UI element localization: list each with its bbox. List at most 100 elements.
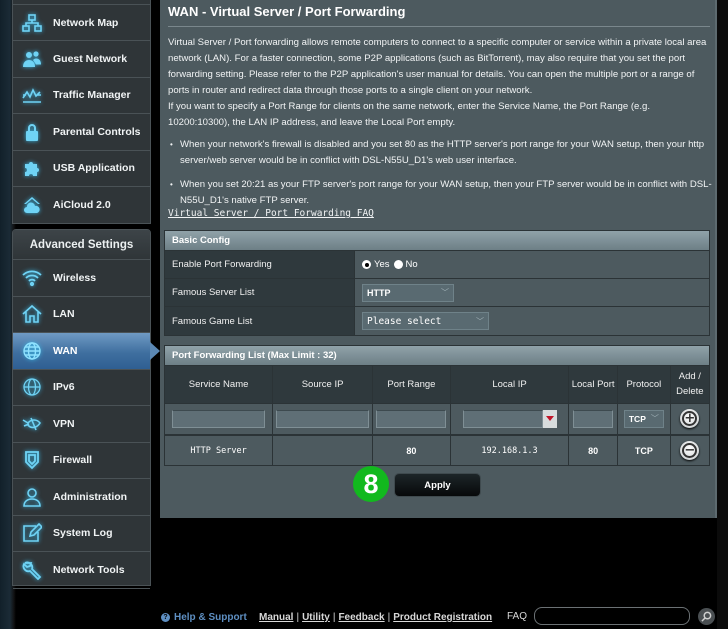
col-source-ip: Source IP (272, 366, 373, 404)
sidebar-item-label: Traffic Manager (53, 89, 131, 102)
sidebar-item-label: System Log (53, 527, 113, 540)
ipv6-globe-icon (21, 376, 43, 398)
radio-no-label: No (405, 259, 418, 270)
sidebar-item-administration[interactable]: Administration (13, 479, 150, 516)
help-support-link[interactable]: ? Help & Support (161, 612, 247, 623)
port-forwarding-table: Service Name Source IP Port Range Local … (165, 366, 709, 465)
protocol-value: TCP (617, 435, 671, 465)
lock-icon (21, 121, 43, 143)
protocol-cell: TCP ﹀ (617, 403, 671, 436)
basic-config-section: Basic Config Enable Port Forwarding Yes … (164, 230, 710, 336)
product-registration-link[interactable]: Product Registration (393, 612, 492, 623)
port-range-input[interactable] (376, 409, 447, 428)
service-name-value: HTTP Server (165, 435, 274, 465)
sidebar-item-parental-controls[interactable]: Parental Controls (13, 114, 150, 151)
sidebar-item-label: Network Map (53, 16, 119, 29)
sidebar-item-ipv6[interactable]: IPv6 (13, 370, 150, 406)
page-description: Virtual Server / Port forwarding allows … (168, 35, 713, 131)
radio-no[interactable]: No (393, 259, 418, 270)
right-edge (717, 0, 728, 629)
sidebar-item-system-log[interactable]: System Log (13, 516, 150, 552)
add-cell: + (670, 403, 709, 436)
delete-entry-button[interactable]: − (680, 441, 700, 460)
sidebar-item-firewall[interactable]: Firewall (13, 443, 150, 479)
new-entry-row: TCP ﹀ + (165, 403, 709, 436)
local-ip-dropdown-button[interactable] (542, 409, 557, 428)
port-forwarding-list-section: Port Forwarding List (Max Limit : 32) Se… (164, 345, 710, 466)
notes-list: When your network's firewall is disabled… (168, 137, 713, 217)
traffic-manager-icon (21, 84, 43, 106)
sidebar-item-wireless[interactable]: Wireless (13, 260, 150, 297)
source-ip-input[interactable] (276, 409, 370, 428)
famous-server-list-select[interactable]: HTTP ﹀ (362, 283, 454, 302)
col-local-port: Local Port (568, 366, 619, 404)
sidebar-advanced-menu: Advanced Settings Wireless LAN WAN IPv6 … (12, 229, 160, 589)
network-map-icon (21, 12, 43, 34)
cloud-icon (21, 194, 43, 216)
radio-yes[interactable]: Yes (362, 259, 390, 270)
sidebar-item-wan[interactable]: WAN (13, 333, 160, 370)
note-item: When your network's firewall is disabled… (168, 137, 713, 169)
sidebar-item-guest-network[interactable]: Guest Network (13, 41, 150, 78)
sidebar-item-label: AiCloud 2.0 (53, 198, 111, 211)
select-value: HTTP (367, 287, 391, 298)
sidebar-item-usb-application[interactable]: USB Application (13, 151, 150, 187)
search-icon (701, 611, 712, 622)
footer: ? Help & Support Manual | Utility | Feedback… (0, 606, 728, 628)
sidebar-item-network-map[interactable]: Network Map (13, 4, 150, 41)
feedback-link[interactable]: Feedback (338, 612, 384, 623)
sidebar-item-label: USB Application (53, 162, 135, 175)
sidebar-item-aicloud[interactable]: AiCloud 2.0 (13, 187, 150, 224)
faq-search-button[interactable] (698, 608, 715, 625)
delete-cell: − (670, 435, 709, 465)
step-number-badge: 8 (353, 466, 389, 502)
sidebar-item-label: WAN (53, 344, 78, 357)
sidebar-item-traffic-manager[interactable]: Traffic Manager (13, 78, 150, 114)
local-port-input[interactable] (573, 409, 614, 428)
radio-no-dot[interactable] (393, 260, 403, 269)
famous-game-list-value: Please select ﹀ (355, 307, 709, 335)
faq-link[interactable]: Virtual Server / Port Forwarding FAQ (168, 208, 374, 219)
sidebar-item-label: Parental Controls (53, 125, 141, 138)
sidebar-item-label: Wireless (53, 271, 97, 284)
description-text: Virtual Server / Port forwarding allows … (168, 37, 707, 96)
service-name-input[interactable] (172, 409, 266, 428)
chevron-down-icon: ﹀ (476, 316, 484, 326)
source-ip-value (272, 435, 373, 465)
chevron-down-icon: ﹀ (441, 288, 449, 297)
sidebar-item-label: VPN (53, 417, 75, 430)
enable-port-forwarding-value: Yes No (355, 251, 709, 278)
famous-server-list-row: Famous Server List HTTP ﹀ (165, 279, 709, 307)
puzzle-icon (21, 157, 43, 179)
sidebar-item-lan[interactable]: LAN (13, 297, 150, 333)
help-support-label: Help & Support (174, 612, 247, 623)
source-ip-cell (272, 403, 373, 436)
col-service-name: Service Name (165, 366, 274, 404)
plus-icon: + (682, 411, 698, 427)
col-add-delete: Add / Delete (670, 366, 709, 404)
col-port-range: Port Range (372, 366, 451, 404)
enable-port-forwarding-label: Enable Port Forwarding (165, 251, 355, 278)
basic-config-heading: Basic Config (165, 231, 709, 251)
local-ip-input[interactable] (462, 409, 543, 428)
add-entry-button[interactable]: + (680, 409, 700, 429)
famous-game-list-select[interactable]: Please select ﹀ (362, 312, 489, 330)
utility-link[interactable]: Utility (302, 612, 330, 623)
apply-button[interactable]: Apply (395, 474, 480, 496)
select-value: TCP (628, 413, 646, 424)
protocol-select[interactable]: TCP ﹀ (623, 409, 664, 428)
faq-search-input[interactable] (534, 607, 690, 625)
chevron-down-icon: ﹀ (650, 414, 659, 424)
radio-yes-dot[interactable] (362, 260, 371, 269)
local-port-value: 80 (568, 435, 619, 465)
sidebar-item-vpn[interactable]: VPN (13, 406, 150, 443)
local-ip-combobox (462, 409, 557, 428)
main-panel: WAN - Virtual Server / Port Forwarding V… (160, 0, 717, 518)
separator: | (332, 612, 336, 623)
col-local-ip: Local IP (450, 366, 570, 404)
sidebar-item-network-tools[interactable]: Network Tools (13, 552, 150, 589)
wifi-icon (21, 267, 43, 289)
manual-link[interactable]: Manual (259, 612, 293, 623)
sidebar-item-label: Administration (53, 490, 128, 503)
radio-yes-label: Yes (374, 259, 390, 270)
